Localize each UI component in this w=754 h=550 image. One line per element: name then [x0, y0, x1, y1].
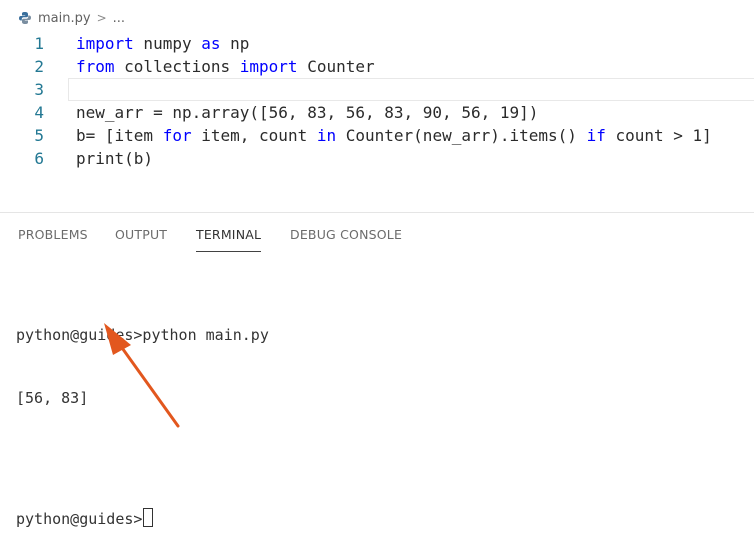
annotation-arrow [104, 323, 180, 428]
terminal-prompt: python@guides> [16, 510, 143, 528]
terminal-prompt-line[interactable]: python@guides> [16, 508, 736, 529]
terminal-cursor [143, 508, 154, 527]
